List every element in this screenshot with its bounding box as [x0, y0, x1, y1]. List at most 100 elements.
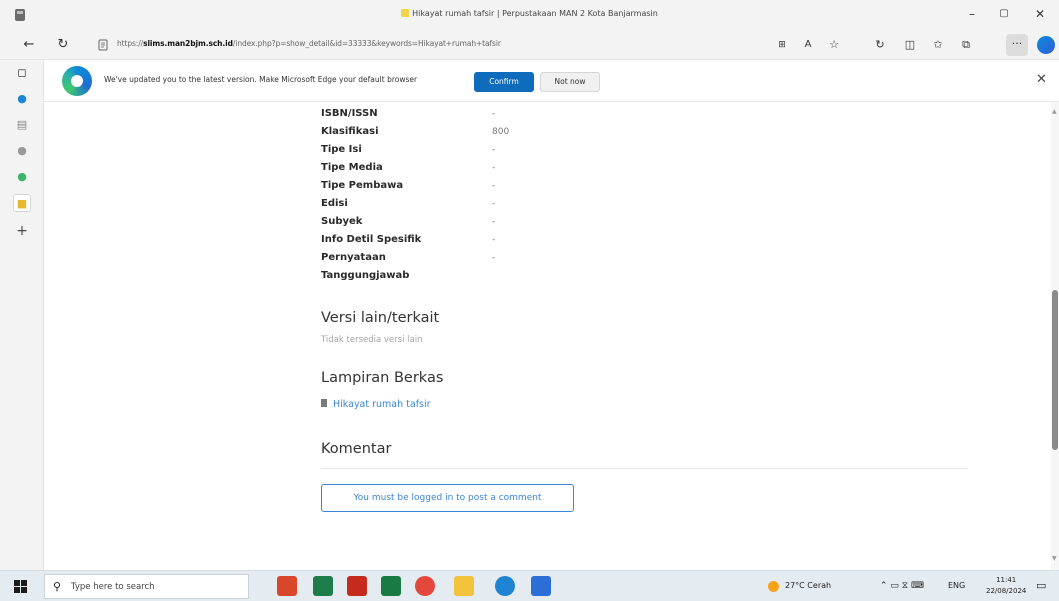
detail-value: - — [492, 109, 496, 119]
address-bar-row: ← ↻ https://slims.man2bjm.sch.id/index.p… — [0, 30, 1059, 60]
confirm-button[interactable]: Confirm — [474, 72, 534, 92]
detail-row: Klasifikasi 800 — [321, 126, 821, 141]
copilot-icon[interactable] — [1037, 36, 1055, 54]
windows-taskbar: ⚲ Type here to search 27°C Cerah ⌃ ▭ ⧖ ⌨… — [0, 570, 1059, 601]
attachments-heading: Lampiran Berkas — [321, 370, 444, 386]
refresh-extension-icon[interactable]: ↻ — [872, 37, 888, 53]
calculator-app-icon[interactable] — [313, 576, 333, 596]
tray-icons[interactable]: ⌃ ▭ ⧖ ⌨ — [880, 581, 924, 591]
address-field[interactable]: https://slims.man2bjm.sch.id/index.php?p… — [95, 34, 765, 56]
page-info-icon[interactable] — [97, 38, 109, 52]
maximize-button[interactable]: ▢ — [994, 5, 1014, 23]
tab-actions-icon[interactable]: ◻ — [13, 64, 31, 82]
back-arrow-icon[interactable]: ← — [20, 36, 38, 54]
url-prefix: https:// — [117, 39, 144, 48]
refresh-icon[interactable]: ↻ — [54, 36, 72, 54]
language-indicator[interactable]: ENG — [948, 581, 965, 590]
not-now-button[interactable]: Not now — [540, 72, 600, 92]
tab-edge-icon[interactable]: ● — [13, 90, 31, 108]
detail-label: Tipe Media — [321, 162, 383, 173]
split-screen-icon[interactable]: ◫ — [902, 37, 918, 53]
settings-more-button[interactable]: ··· — [1006, 34, 1028, 56]
detail-value: - — [492, 145, 496, 155]
tab-green-site-icon[interactable]: ● — [13, 168, 31, 186]
photos-app-icon[interactable] — [531, 576, 551, 596]
detail-value: - — [492, 235, 496, 245]
detail-value: - — [492, 199, 496, 209]
edge-update-banner: We've updated you to the latest version.… — [44, 60, 1059, 102]
detail-row: ISBN/ISSN - — [321, 108, 821, 123]
comments-heading: Komentar — [321, 441, 392, 457]
close-window-button[interactable]: ✕ — [1030, 5, 1050, 23]
clock-time: 11:41 — [996, 576, 1017, 584]
detail-label: Klasifikasi — [321, 126, 379, 137]
versions-heading: Versi lain/terkait — [321, 310, 440, 326]
detail-label: ISBN/ISSN — [321, 108, 378, 119]
detail-row: Edisi - — [321, 198, 821, 213]
scroll-up-arrow-icon[interactable]: ▲ — [1052, 108, 1057, 115]
site-favicon-icon — [401, 9, 410, 17]
detail-label: Edisi — [321, 198, 348, 209]
detail-row: Tipe Media - — [321, 162, 821, 177]
detail-value: - — [492, 163, 496, 173]
window-titlebar: Hikayat rumah tafsir | Perpustakaan MAN … — [0, 0, 1059, 30]
detail-label: Subyek — [321, 216, 363, 227]
page-content: ISBN/ISSN - Klasifikasi 800 Tipe Isi - T… — [44, 102, 1051, 570]
address-url: https://slims.man2bjm.sch.id/index.php?p… — [117, 39, 501, 48]
taskbar-search-box[interactable]: ⚲ Type here to search — [44, 574, 249, 599]
detail-row: Tipe Pembawa - — [321, 180, 821, 195]
attachment-filename: Hikayat rumah tafsir — [333, 399, 431, 410]
detail-row: Subyek - — [321, 216, 821, 231]
favorites-icon[interactable]: ✩ — [930, 37, 946, 53]
file-explorer-icon[interactable] — [454, 576, 474, 596]
detail-label: Tanggungjawab — [321, 270, 410, 281]
detail-row: Tanggungjawab — [321, 270, 821, 285]
detail-value: - — [492, 217, 496, 227]
chrome-app-icon[interactable] — [415, 576, 435, 596]
detail-row: Pernyataan - — [321, 252, 821, 267]
tab-page-icon[interactable]: ▤ — [13, 116, 31, 134]
detail-row: Info Detil Spesifik - — [321, 234, 821, 249]
weather-text[interactable]: 27°C Cerah — [785, 581, 831, 590]
red-app-icon[interactable] — [347, 576, 367, 596]
login-to-comment-notice[interactable]: You must be logged in to post a comment — [321, 484, 574, 512]
office-app-icon[interactable] — [277, 576, 297, 596]
url-path: /index.php?p=show_detail&id=33333&keywor… — [232, 39, 501, 48]
detail-row: Tipe Isi - — [321, 144, 821, 159]
apps-available-icon[interactable]: ⊞ — [774, 37, 790, 53]
scrollbar-thumb[interactable] — [1052, 290, 1058, 450]
collections-icon[interactable]: ⧉ — [958, 37, 974, 53]
tab-active-library-icon[interactable]: ■ — [13, 194, 31, 212]
new-tab-plus-icon[interactable]: + — [13, 222, 31, 240]
attachment-link[interactable]: Hikayat rumah tafsir — [321, 399, 431, 410]
tab-site-icon[interactable]: ● — [13, 142, 31, 160]
page-scrollbar[interactable]: ▲ ▼ — [1051, 102, 1059, 570]
edge-taskbar-icon[interactable] — [495, 576, 515, 596]
taskbar-search-placeholder: Type here to search — [71, 582, 155, 592]
detail-label: Info Detil Spesifik — [321, 234, 422, 245]
url-domain: slims.man2bjm.sch.id — [143, 39, 233, 48]
taskbar-clock[interactable]: 11:41 22/08/2024 — [986, 575, 1026, 597]
scroll-down-arrow-icon[interactable]: ▼ — [1052, 555, 1057, 562]
clock-date: 22/08/2024 — [986, 587, 1027, 595]
detail-label: Tipe Isi — [321, 144, 362, 155]
detail-value: 800 — [492, 127, 510, 137]
excel-app-icon[interactable] — [381, 576, 401, 596]
favorite-star-icon[interactable]: ☆ — [826, 37, 842, 53]
window-title: Hikayat rumah tafsir | Perpustakaan MAN … — [0, 9, 1059, 18]
versions-empty-text: Tidak tersedia versi lain — [321, 335, 423, 345]
detail-value: - — [492, 253, 496, 263]
windows-start-icon[interactable] — [14, 580, 28, 594]
window-title-text: Hikayat rumah tafsir | Perpustakaan MAN … — [412, 9, 658, 18]
banner-close-icon[interactable]: ✕ — [1036, 72, 1047, 87]
notification-icon[interactable]: ▭ — [1036, 579, 1046, 592]
file-icon — [321, 399, 327, 407]
detail-label: Pernyataan — [321, 252, 386, 263]
edge-logo-icon — [62, 66, 92, 96]
read-aloud-icon[interactable]: A — [800, 37, 816, 53]
vertical-tab-sidebar: ◻ ● ▤ ● ● ■ + — [0, 60, 44, 570]
detail-label: Tipe Pembawa — [321, 180, 404, 191]
minimize-button[interactable]: – — [962, 5, 982, 23]
weather-sun-icon — [768, 581, 779, 592]
banner-message: We've updated you to the latest version.… — [104, 75, 418, 84]
